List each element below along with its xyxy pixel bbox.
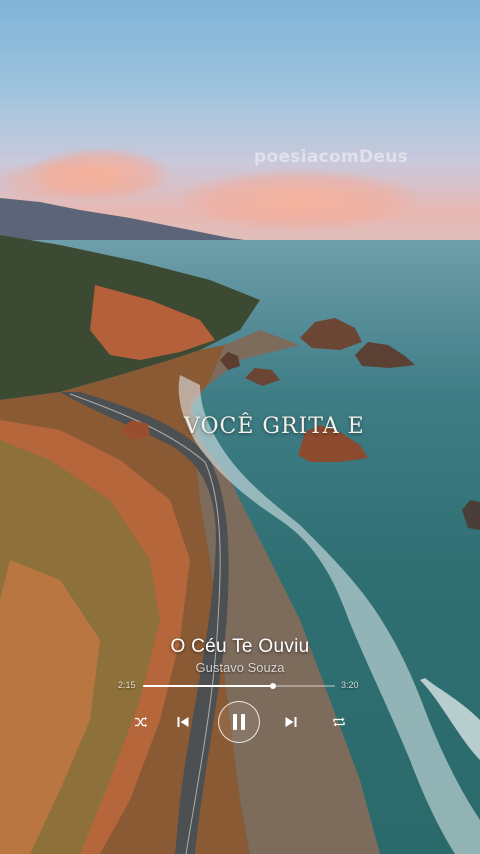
watermark: poesiacomDeus: [254, 147, 409, 167]
song-artist: Gustavo Souza: [195, 660, 285, 675]
music-player: O Céu Te Ouviu Gustavo Souza 2:15 3:20: [0, 630, 480, 750]
skip-previous-icon: [177, 717, 189, 727]
shuffle-icon: [135, 716, 147, 728]
progress-thumb[interactable]: [269, 683, 276, 689]
play-pause-button[interactable]: [216, 700, 262, 744]
playback-controls: [0, 700, 480, 744]
repeat-icon: [333, 717, 345, 727]
skip-next-icon: [285, 717, 297, 727]
next-button[interactable]: [276, 700, 306, 744]
shuffle-button[interactable]: [126, 700, 156, 744]
song-title: O Céu Te Ouviu: [170, 636, 310, 657]
progress-bar[interactable]: [143, 683, 335, 689]
elapsed-time: 2:15: [118, 680, 136, 690]
repeat-button[interactable]: [324, 700, 354, 744]
play-pause-ring: [218, 701, 260, 743]
total-time: 3:20: [341, 680, 359, 690]
lyric-text: VOCÊ GRITA E: [184, 414, 365, 439]
progress-fill: [143, 685, 273, 687]
pause-icon: [233, 714, 245, 730]
previous-button[interactable]: [168, 700, 198, 744]
